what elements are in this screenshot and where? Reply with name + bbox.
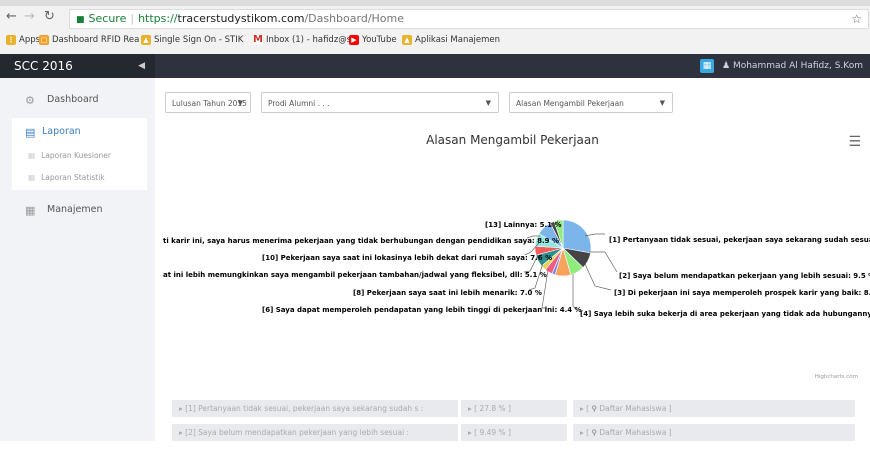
sidebar-item-label: Dashboard — [47, 94, 99, 105]
user-name: Mohammad Al Hafidz, S.Kom — [732, 61, 863, 71]
data-label-connector — [589, 251, 618, 273]
daftar-mahasiswa-link[interactable]: ▸ [ ⚲ Daftar Mahasiswa ] — [573, 424, 855, 441]
bookmark-sso[interactable]: ▲ Single Sign On - STIK — [141, 35, 243, 45]
lock-icon: ■ — [76, 15, 85, 25]
bookmark-youtube[interactable]: ▶ YouTube — [349, 35, 397, 45]
address-host: tracerstudystikom.com — [177, 12, 305, 25]
data-label-10: [10] Pekerjaan saya saat ini lokasinya l… — [262, 254, 553, 262]
rfid-icon: □ — [39, 35, 49, 45]
pie-slice[interactable] — [562, 219, 592, 254]
bookmark-label: Single Sign On - STIK — [154, 35, 244, 45]
data-label-connector — [584, 263, 612, 291]
sidebar-item-label: Laporan — [42, 126, 81, 137]
forward-arrow-icon[interactable]: → — [24, 10, 35, 24]
chevron-down-icon: ▼ — [659, 99, 665, 107]
row-percent-text: [ 27.8 % ] — [474, 404, 511, 413]
brand: SCC 2016 ◀ — [0, 54, 155, 78]
search-icon: ⚲ — [591, 428, 597, 437]
data-label-11: ti karir ini, saya harus menerima pekerj… — [163, 237, 560, 245]
brand-title: SCC 2016 — [14, 59, 73, 73]
row-action-text: Daftar Mahasiswa ] — [599, 404, 672, 413]
bookmark-label: Apps — [19, 35, 41, 45]
chart-title: Alasan Mengambil Pekerjaan — [426, 133, 599, 147]
table-row-question[interactable]: ▸ [1] Pertanyaan tidak sesuai, pekerjaan… — [172, 400, 458, 417]
chevron-down-icon: ▼ — [485, 99, 491, 107]
daftar-mahasiswa-link[interactable]: ▸ [ ⚲ Daftar Mahasiswa ] — [573, 400, 855, 417]
secure-label: Secure — [88, 12, 127, 25]
back-arrow-icon[interactable]: ← — [6, 10, 17, 24]
bookmark-label: Aplikasi Manajemen — [415, 35, 501, 45]
sidebar-subitem-label: Laporan Statistik — [41, 173, 105, 182]
gmail-icon: M — [253, 34, 263, 45]
data-label-connector — [572, 274, 578, 311]
data-label-4: [4] Saya lebih suka bekerja di area peke… — [580, 310, 870, 318]
chart-menu-icon[interactable]: ☰ — [848, 135, 861, 149]
address-protocol: https:// — [138, 12, 178, 25]
row-question-text: [2] Saya belum mendapatkan pekerjaan yan… — [185, 428, 410, 437]
table-row-percent: ▸ [ 27.8 % ] — [461, 400, 567, 417]
sidebar: ⚙ Dashboard ▤ Laporan ▦ Laporan Kuesioner… — [0, 78, 155, 441]
user-icon: ♟ — [722, 61, 731, 71]
chevron-down-icon: ▼ — [237, 99, 243, 107]
bookmark-apps[interactable]: ⋮ Apps — [6, 35, 40, 45]
data-label-3: [3] Di pekerjaan ini saya memperoleh pro… — [614, 289, 870, 297]
data-label-6: [6] Saya dapat memperoleh pendapatan yan… — [262, 306, 582, 314]
data-label-9: at ini lebih memungkinkan saya mengambil… — [163, 271, 547, 279]
list-icon: ▦ — [28, 173, 36, 182]
main-content: Lulusan Tahun 2015 ▼ Prodi Alumni . . . ▼ … — [155, 78, 870, 441]
browser-toolbar: ← → ↻ ■ Secure | https://tracerstudystikom.… — [0, 6, 870, 30]
table-icon: ▦ — [25, 204, 36, 217]
bookmark-rfid[interactable]: □ Dashboard RFID Rea — [39, 35, 139, 45]
data-label-2: [2] Saya belum mendapatkan pekerjaan yan… — [619, 272, 870, 280]
sidebar-subitem-label: Laporan Kuesioner — [41, 151, 111, 160]
app-icon: ▲ — [402, 35, 412, 45]
data-label-1: [1] Pertanyaan tidak sesuai, pekerjaan s… — [609, 236, 870, 244]
address-separator: | — [130, 12, 135, 25]
data-label-8: [8] Pekerjaan saya saat ini lebih menari… — [353, 289, 542, 297]
list-icon: ▦ — [28, 151, 36, 160]
row-percent-text: [ 9.49 % ] — [474, 428, 511, 437]
youtube-icon: ▶ — [349, 35, 359, 45]
dashboard-icon: ⚙ — [25, 94, 35, 107]
topic-select-value: Alasan Mengambil Pekerjaan — [516, 99, 624, 108]
bookmark-label: Dashboard RFID Rea — [52, 35, 140, 45]
apps-grid-icon: ⋮ — [6, 35, 16, 45]
bar-chart-icon: ▤ — [25, 126, 36, 139]
sso-icon: ▲ — [141, 35, 151, 45]
year-select[interactable]: Lulusan Tahun 2015 ▼ — [165, 92, 251, 113]
prodi-select-value: Prodi Alumni . . . — [268, 99, 330, 108]
bookmark-star-icon[interactable]: ☆ — [851, 10, 862, 28]
address-path: /Dashboard/Home — [304, 12, 405, 25]
topic-select[interactable]: Alasan Mengambil Pekerjaan ▼ — [509, 92, 673, 113]
bookmark-gmail[interactable]: M Inbox (1) - hafidz@st — [253, 35, 355, 45]
bookmarks-bar: ⋮ Apps □ Dashboard RFID Rea ▲ Single Sign O… — [0, 30, 870, 52]
table-row-question[interactable]: ▸ [2] Saya belum mendapatkan pekerjaan y… — [172, 424, 458, 441]
prodi-select[interactable]: Prodi Alumni . . . ▼ — [261, 92, 499, 113]
app-header: SCC 2016 ◀ ▦ ♟ Mohammad Al Hafidz, S.Kom… — [0, 54, 870, 95]
chart-credits[interactable]: Highcharts.com — [815, 374, 858, 380]
row-action-text: Daftar Mahasiswa ] — [599, 428, 672, 437]
browser-chrome: ← → ↻ ■ Secure | https://tracerstudystikom.… — [0, 0, 870, 55]
bookmark-label: YouTube — [362, 35, 397, 45]
sidebar-item-label: Manajemen — [47, 204, 103, 215]
sidebar-subitem-kuesioner[interactable]: ▦ Laporan Kuesioner — [28, 151, 111, 160]
sidebar-subitem-statistik[interactable]: ▦ Laporan Statistik — [28, 173, 105, 182]
bookmark-label: Inbox (1) - hafidz@st — [266, 35, 355, 45]
search-icon: ⚲ — [591, 404, 597, 413]
reload-icon[interactable]: ↻ — [44, 10, 55, 24]
sidebar-collapse-icon[interactable]: ◀ — [138, 54, 145, 78]
table-row-percent: ▸ [ 9.49 % ] — [461, 424, 567, 441]
address-bar[interactable]: ■ Secure | https://tracerstudystikom.com/Da… — [69, 9, 869, 29]
year-select-value: Lulusan Tahun 2015 — [172, 99, 247, 108]
bookmark-aplikasi[interactable]: ▲ Aplikasi Manajemen — [402, 35, 500, 45]
row-question-text: [1] Pertanyaan tidak sesuai, pekerjaan s… — [185, 404, 424, 413]
apps-grid-button[interactable]: ▦ — [700, 59, 714, 73]
data-label-13: [13] Lainnya: 5.1 % — [485, 221, 562, 229]
